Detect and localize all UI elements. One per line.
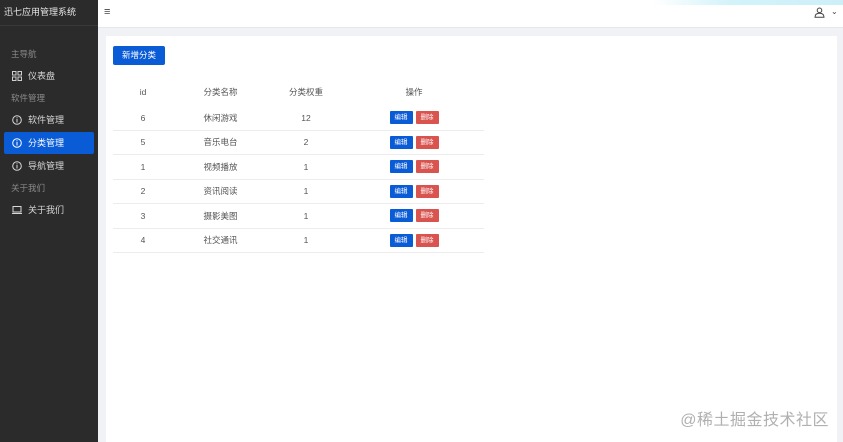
watermark: @稀土掘金技术社区 [680,412,829,429]
delete-button[interactable]: 删除 [415,209,439,223]
cell-actions: 编辑 删除 [344,233,484,247]
sidebar-item-label: 关于我们 [28,205,65,215]
content-card: 新增分类 id 分类名称 分类权重 操作 6 休闲游戏 12 编辑 删除 5 音… [106,36,837,442]
column-header-actions: 操作 [405,87,423,97]
cell-name: 音乐电台 [203,137,238,148]
column-header-name: 分类名称 [203,87,238,97]
app-title: 迅七应用管理系统 [0,0,98,26]
delete-button[interactable]: 删除 [415,160,439,174]
topbar: ≡ ⌄ [98,0,843,28]
cell-id: 2 [140,186,146,197]
cell-name: 资讯阅读 [203,186,238,197]
cell-weight: 1 [303,235,309,246]
cell-weight: 12 [301,112,311,123]
edit-button[interactable]: 编辑 [389,111,413,125]
sidebar-item-label: 导航管理 [28,161,65,171]
sidebar-item-label: 分类管理 [28,138,65,148]
cell-id: 3 [140,210,146,221]
category-table: id 分类名称 分类权重 操作 6 休闲游戏 12 编辑 删除 5 音乐电台 2 [113,78,484,253]
cell-weight: 1 [303,186,309,197]
user-icon[interactable] [814,7,825,18]
sidebar-item-software[interactable]: 软件管理 [4,109,94,131]
cell-actions: 编辑 删除 [344,160,484,174]
cell-name: 社交通讯 [203,235,238,246]
delete-button[interactable]: 删除 [415,135,439,149]
cell-actions: 编辑 删除 [344,184,484,198]
table-row: 5 音乐电台 2 编辑 删除 [113,131,484,155]
cell-name: 视频播放 [203,161,238,172]
cell-name: 摄影美图 [203,210,238,221]
topbar-glow [653,0,843,5]
cell-id: 4 [140,235,146,246]
sidebar-item-label: 软件管理 [28,115,65,125]
add-category-button[interactable]: 新增分类 [113,46,165,65]
sidebar-item-navigation[interactable]: 导航管理 [4,155,94,177]
table-row: 2 资讯阅读 1 编辑 删除 [113,180,484,204]
table-row: 6 休闲游戏 12 编辑 删除 [113,106,484,131]
info-circle-icon [12,115,22,125]
delete-button[interactable]: 删除 [415,184,439,198]
cell-weight: 2 [303,137,309,148]
sidebar-item-label: 仪表盘 [28,71,56,81]
nav-group-about: 关于我们 [11,183,46,193]
sidebar-item-about[interactable]: 关于我们 [4,199,94,221]
edit-button[interactable]: 编辑 [389,209,413,223]
info-circle-icon [12,161,22,171]
column-header-id: id [139,87,147,97]
cell-name: 休闲游戏 [203,112,238,123]
delete-button[interactable]: 删除 [415,233,439,247]
cell-weight: 1 [303,161,309,172]
column-header-weight: 分类权重 [288,87,323,97]
sidebar-item-category[interactable]: 分类管理 [4,132,94,154]
table-header: id 分类名称 分类权重 操作 [113,78,484,106]
table-row: 4 社交通讯 1 编辑 删除 [113,229,484,253]
cell-actions: 编辑 删除 [344,111,484,125]
edit-button[interactable]: 编辑 [389,184,413,198]
sidebar: 迅七应用管理系统 主导航 仪表盘 软件管理 软件管理 分类管理 导航管理 关于我… [0,0,98,442]
info-circle-icon [12,138,22,148]
edit-button[interactable]: 编辑 [389,135,413,149]
laptop-icon [12,205,22,215]
edit-button[interactable]: 编辑 [389,160,413,174]
cell-id: 6 [140,112,146,123]
main-content: 新增分类 id 分类名称 分类权重 操作 6 休闲游戏 12 编辑 删除 5 音… [98,28,843,442]
sidebar-item-dashboard[interactable]: 仪表盘 [4,65,94,87]
delete-button[interactable]: 删除 [415,111,439,125]
menu-toggle-icon[interactable]: ≡ [104,6,114,18]
cell-id: 5 [140,137,146,148]
cell-id: 1 [140,161,146,172]
nav-group-software: 软件管理 [11,93,46,103]
cell-weight: 1 [303,210,309,221]
cell-actions: 编辑 删除 [344,209,484,223]
edit-button[interactable]: 编辑 [389,233,413,247]
chevron-down-icon[interactable]: ⌄ [831,7,839,17]
table-row: 1 视频播放 1 编辑 删除 [113,155,484,180]
cell-actions: 编辑 删除 [344,135,484,149]
nav-group-main: 主导航 [11,49,37,59]
dashboard-icon [12,71,22,81]
table-row: 3 摄影美图 1 编辑 删除 [113,204,484,229]
